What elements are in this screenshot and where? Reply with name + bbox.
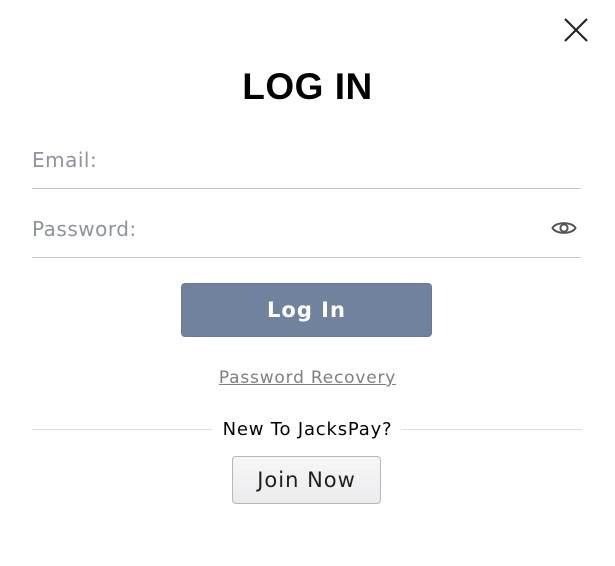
join-now-button[interactable]: Join Now	[232, 456, 381, 504]
divider-right	[401, 429, 582, 430]
login-button[interactable]: Log In	[181, 283, 432, 337]
close-button[interactable]	[562, 16, 590, 44]
email-field[interactable]	[32, 144, 532, 176]
email-field-wrapper	[32, 144, 581, 189]
password-recovery-link[interactable]: Password Recovery	[0, 368, 615, 388]
password-field-wrapper	[32, 213, 581, 258]
page-title: LOG IN	[242, 66, 373, 107]
login-modal: LOG IN Log In Password Recovery New To J…	[0, 0, 615, 566]
close-icon[interactable]	[563, 17, 589, 43]
password-field[interactable]	[32, 213, 532, 245]
eye-icon[interactable]	[551, 219, 577, 237]
show-password-button[interactable]	[549, 215, 579, 241]
